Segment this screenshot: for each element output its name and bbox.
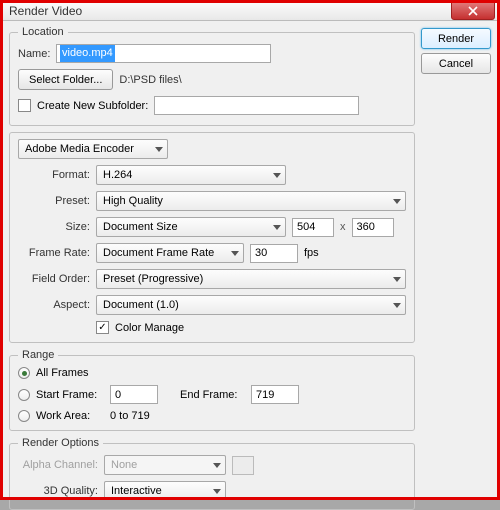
right-column: Render Cancel: [421, 26, 491, 510]
alpha-channel-label: Alpha Channel:: [18, 459, 98, 471]
folder-path: D:\PSD files\: [119, 74, 181, 86]
fieldorder-dropdown[interactable]: Preset (Progressive): [96, 269, 406, 289]
aspect-label: Aspect:: [18, 299, 90, 311]
location-group: Location Name: video.mp4 Select Folder..…: [9, 26, 415, 126]
preset-dropdown[interactable]: High Quality: [96, 191, 406, 211]
name-label: Name:: [18, 48, 50, 60]
chevron-down-icon: [155, 147, 163, 152]
location-legend: Location: [18, 26, 68, 38]
quality-label: 3D Quality:: [18, 485, 98, 497]
render-button[interactable]: Render: [421, 28, 491, 49]
render-options-legend: Render Options: [18, 437, 103, 449]
alpha-color-swatch: [232, 456, 254, 475]
range-group: Range All Frames Start Frame: End Frame:…: [9, 349, 415, 431]
cancel-button[interactable]: Cancel: [421, 53, 491, 74]
alpha-channel-dropdown: None: [104, 455, 226, 475]
encoder-engine-dropdown[interactable]: Adobe Media Encoder: [18, 139, 168, 159]
create-subfolder-label: Create New Subfolder:: [37, 100, 148, 112]
create-subfolder-checkbox[interactable]: [18, 99, 31, 112]
size-label: Size:: [18, 221, 90, 233]
chevron-down-icon: [213, 489, 221, 494]
end-frame-label: End Frame:: [180, 389, 245, 401]
chevron-down-icon: [393, 199, 401, 204]
color-manage-checkbox[interactable]: [96, 321, 109, 334]
titlebar: Render Video: [1, 1, 499, 21]
start-frame-label: Start Frame:: [36, 389, 104, 401]
quality-dropdown[interactable]: Interactive: [104, 481, 226, 501]
start-frame-field[interactable]: [110, 385, 158, 404]
preset-label: Preset:: [18, 195, 90, 207]
x-separator: x: [340, 221, 346, 233]
select-folder-button[interactable]: Select Folder...: [18, 69, 113, 90]
left-column: Location Name: video.mp4 Select Folder..…: [9, 26, 415, 510]
dialog-content: Location Name: video.mp4 Select Folder..…: [1, 21, 499, 510]
framerate-mode-dropdown[interactable]: Document Frame Rate: [96, 243, 244, 263]
chevron-down-icon: [231, 251, 239, 256]
color-manage-label: Color Manage: [115, 322, 184, 334]
work-area-label: Work Area:: [36, 410, 104, 422]
height-field[interactable]: [352, 218, 394, 237]
start-frame-radio[interactable]: [18, 389, 30, 401]
chevron-down-icon: [273, 225, 281, 230]
chevron-down-icon: [273, 173, 281, 178]
work-area-value: 0 to 719: [110, 410, 150, 422]
fps-label: fps: [304, 247, 319, 259]
render-video-dialog: Render Video Location Name: video.mp4 Se…: [0, 0, 500, 500]
work-area-radio[interactable]: [18, 410, 30, 422]
name-value: video.mp4: [60, 45, 115, 62]
framerate-field[interactable]: [250, 244, 298, 263]
end-frame-field[interactable]: [251, 385, 299, 404]
format-dropdown[interactable]: H.264: [96, 165, 286, 185]
subfolder-field[interactable]: [154, 96, 359, 115]
all-frames-radio[interactable]: [18, 367, 30, 379]
aspect-dropdown[interactable]: Document (1.0): [96, 295, 406, 315]
render-options-group: Render Options Alpha Channel: None 3D Qu…: [9, 437, 415, 510]
all-frames-label: All Frames: [36, 367, 89, 379]
chevron-down-icon: [213, 463, 221, 468]
close-button[interactable]: [451, 2, 495, 20]
close-icon: [468, 6, 478, 16]
size-mode-dropdown[interactable]: Document Size: [96, 217, 286, 237]
range-legend: Range: [18, 349, 58, 361]
fieldorder-label: Field Order:: [18, 273, 90, 285]
chevron-down-icon: [393, 303, 401, 308]
width-field[interactable]: [292, 218, 334, 237]
format-label: Format:: [18, 169, 90, 181]
encoder-group: Adobe Media Encoder Format: H.264 Preset…: [9, 132, 415, 343]
framerate-label: Frame Rate:: [18, 247, 90, 259]
name-field[interactable]: video.mp4: [56, 44, 271, 63]
window-title: Render Video: [9, 4, 82, 18]
chevron-down-icon: [393, 277, 401, 282]
